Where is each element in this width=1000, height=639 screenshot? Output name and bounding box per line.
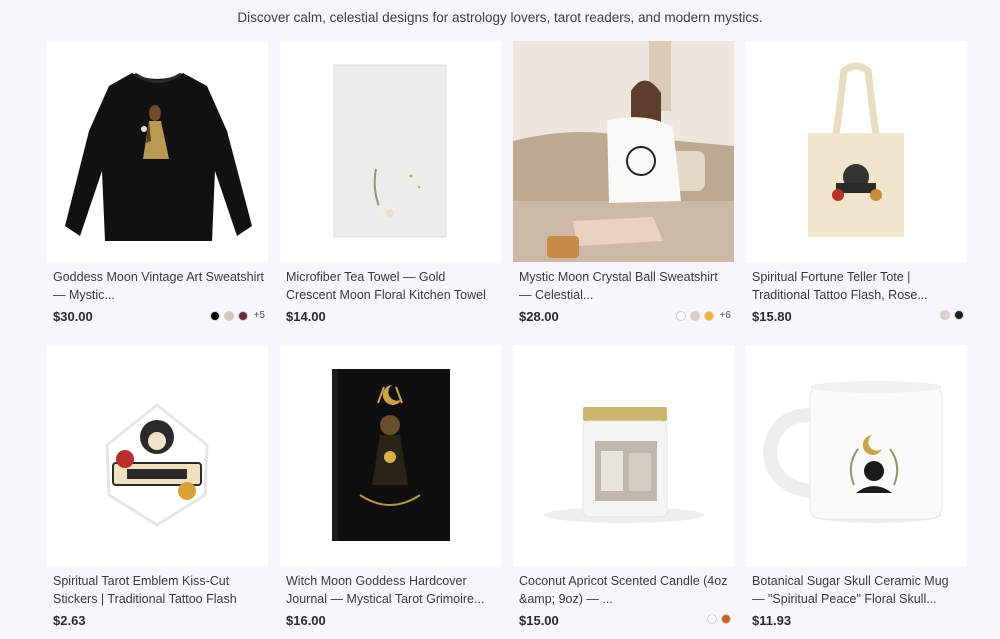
- product-title[interactable]: Spiritual Fortune Teller Tote | Traditio…: [752, 268, 964, 304]
- tea-towel-icon: [333, 64, 447, 238]
- product-title[interactable]: Goddess Moon Vintage Art Sweatshirt — My…: [53, 268, 265, 304]
- page-tagline: Discover calm, celestial designs for ast…: [237, 10, 763, 25]
- product-card[interactable]: Goddess Moon Vintage Art Sweatshirt — My…: [47, 41, 268, 325]
- product-price: $11.93: [752, 613, 792, 628]
- color-swatches: +6: [675, 310, 731, 321]
- color-swatch[interactable]: [209, 310, 220, 321]
- product-title[interactable]: Microfiber Tea Towel — Gold Crescent Moo…: [286, 268, 498, 304]
- color-swatch[interactable]: [940, 310, 950, 320]
- product-image[interactable]: [280, 345, 501, 566]
- product-card[interactable]: Spiritual Fortune Teller Tote | Traditio…: [746, 41, 967, 325]
- product-card[interactable]: Botanical Sugar Skull Ceramic Mug — "Spi…: [746, 345, 967, 629]
- candle-icon: [544, 407, 704, 523]
- mug-icon: [762, 381, 943, 523]
- more-colors-count[interactable]: +5: [254, 310, 265, 321]
- product-card[interactable]: Spiritual Tarot Emblem Kiss-Cut Stickers…: [47, 345, 268, 629]
- color-swatch[interactable]: [721, 614, 731, 624]
- color-swatch[interactable]: [689, 310, 700, 321]
- more-colors-count[interactable]: +6: [720, 310, 731, 321]
- product-price: $15.00: [519, 613, 559, 628]
- product-card[interactable]: Microfiber Tea Towel — Gold Crescent Moo…: [280, 41, 501, 325]
- product-image[interactable]: [746, 345, 967, 566]
- color-swatch[interactable]: [237, 310, 248, 321]
- product-price: $28.00: [519, 309, 559, 324]
- product-title[interactable]: Spiritual Tarot Emblem Kiss-Cut Stickers…: [53, 572, 265, 608]
- color-swatch[interactable]: [707, 614, 717, 624]
- product-image[interactable]: [280, 41, 501, 262]
- color-swatches: [940, 310, 964, 320]
- product-card[interactable]: Mystic Moon Crystal Ball Sweatshirt — Ce…: [513, 41, 734, 325]
- product-image[interactable]: [47, 345, 268, 566]
- product-price: $15.80: [752, 309, 792, 324]
- product-image[interactable]: [513, 41, 734, 262]
- product-title[interactable]: Botanical Sugar Skull Ceramic Mug — "Spi…: [752, 572, 964, 608]
- product-image[interactable]: [47, 41, 268, 262]
- product-card[interactable]: Coconut Apricot Scented Candle (4oz &amp…: [513, 345, 734, 629]
- product-title[interactable]: Mystic Moon Crystal Ball Sweatshirt — Ce…: [519, 268, 731, 304]
- journal-icon: [332, 369, 450, 541]
- tote-bag-icon: [808, 62, 904, 237]
- product-image[interactable]: [513, 345, 734, 566]
- product-price: $14.00: [286, 309, 326, 324]
- color-swatch[interactable]: [703, 310, 714, 321]
- sticker-icon: [105, 403, 209, 527]
- product-card[interactable]: Witch Moon Goddess Hardcover Journal — M…: [280, 345, 501, 629]
- color-swatch[interactable]: [954, 310, 964, 320]
- product-title[interactable]: Coconut Apricot Scented Candle (4oz &amp…: [519, 572, 731, 608]
- product-price: $30.00: [53, 309, 93, 324]
- model-photo-icon: [513, 41, 734, 262]
- product-title[interactable]: Witch Moon Goddess Hardcover Journal — M…: [286, 572, 498, 608]
- color-swatches: +5: [209, 310, 265, 321]
- color-swatch[interactable]: [675, 310, 686, 321]
- product-grid: Goddess Moon Vintage Art Sweatshirt — My…: [47, 41, 967, 629]
- product-price: $16.00: [286, 613, 326, 628]
- product-image[interactable]: [746, 41, 967, 262]
- color-swatch[interactable]: [223, 310, 234, 321]
- black-sweatshirt-icon: [65, 72, 252, 241]
- product-price: $2.63: [53, 613, 86, 628]
- color-swatches: [707, 614, 731, 624]
